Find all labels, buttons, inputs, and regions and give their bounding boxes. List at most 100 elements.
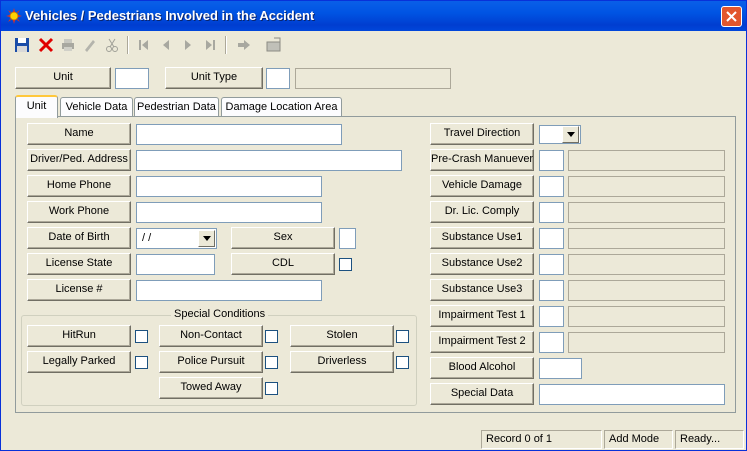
substance-use2-description	[568, 254, 725, 275]
previous-record-button[interactable]	[155, 34, 177, 56]
name-input[interactable]	[136, 124, 342, 145]
date-of-birth-value: / /	[142, 232, 152, 244]
travel-direction-button[interactable]: Travel Direction	[430, 123, 534, 145]
cut-button[interactable]	[101, 34, 123, 56]
print-button[interactable]	[57, 34, 79, 56]
window-title: Vehicles / Pedestrians Involved in the A…	[25, 8, 315, 23]
title-bar[interactable]: Vehicles / Pedestrians Involved in the A…	[1, 1, 746, 31]
substance-use1-code[interactable]	[539, 228, 564, 249]
driver-address-button[interactable]: Driver/Ped. Address	[27, 149, 131, 171]
special-data-button[interactable]: Special Data	[430, 383, 534, 405]
dr-lic-comply-button[interactable]: Dr. Lic. Comply	[430, 201, 534, 223]
substance-use2-code[interactable]	[539, 254, 564, 275]
name-button[interactable]: Name	[27, 123, 131, 145]
license-number-button[interactable]: License #	[27, 279, 131, 301]
last-record-icon	[206, 40, 215, 50]
unit-type-button[interactable]: Unit Type	[165, 67, 263, 89]
non-contact-checkbox[interactable]	[265, 330, 278, 343]
tab-damage-location-area[interactable]: Damage Location Area	[221, 97, 342, 117]
home-phone-input[interactable]	[136, 176, 322, 197]
sex-input[interactable]	[339, 228, 356, 249]
hitrun-checkbox[interactable]	[135, 330, 148, 343]
work-phone-button[interactable]: Work Phone	[27, 201, 131, 223]
tab-unit[interactable]: Unit	[15, 95, 58, 118]
towed-away-button[interactable]: Towed Away	[159, 377, 263, 399]
close-button[interactable]	[721, 6, 742, 27]
police-pursuit-checkbox[interactable]	[265, 356, 278, 369]
tab-pedestrian-data[interactable]: Pedestrian Data	[134, 97, 219, 117]
police-pursuit-button[interactable]: Police Pursuit	[159, 351, 263, 373]
home-phone-button[interactable]: Home Phone	[27, 175, 131, 197]
non-contact-button[interactable]: Non-Contact	[159, 325, 263, 347]
status-state: Ready...	[675, 430, 744, 449]
go-button[interactable]	[233, 34, 255, 56]
substance-use3-button[interactable]: Substance Use3	[430, 279, 534, 301]
dr-lic-comply-code[interactable]	[539, 202, 564, 223]
export-button[interactable]	[263, 34, 285, 56]
close-icon	[726, 11, 737, 22]
pre-crash-maneuver-button[interactable]: Pre-Crash Manuever	[430, 149, 534, 171]
substance-use3-code[interactable]	[539, 280, 564, 301]
date-of-birth-picker[interactable]: / /	[136, 228, 217, 249]
cdl-button[interactable]: CDL	[231, 253, 335, 275]
first-record-button[interactable]	[133, 34, 155, 56]
blood-alcohol-input[interactable]	[539, 358, 582, 379]
impairment-test1-description	[568, 306, 725, 327]
unit-button[interactable]: Unit	[15, 67, 111, 89]
pre-crash-maneuver-code[interactable]	[539, 150, 564, 171]
impairment-test1-code[interactable]	[539, 306, 564, 327]
license-number-input[interactable]	[136, 280, 322, 301]
pre-crash-maneuver-description	[568, 150, 725, 171]
travel-direction-select[interactable]	[539, 125, 581, 144]
driver-address-input[interactable]	[136, 150, 402, 171]
unit-type-code-input[interactable]	[266, 68, 290, 89]
cdl-checkbox[interactable]	[339, 258, 352, 271]
impairment-test2-description	[568, 332, 725, 353]
save-icon	[15, 38, 29, 52]
driverless-checkbox[interactable]	[396, 356, 409, 369]
substance-use2-button[interactable]: Substance Use2	[430, 253, 534, 275]
edit-button[interactable]	[79, 34, 101, 56]
vehicle-damage-button[interactable]: Vehicle Damage	[430, 175, 534, 197]
vehicle-damage-code[interactable]	[539, 176, 564, 197]
scissors-icon	[106, 38, 118, 52]
impairment-test2-button[interactable]: Impairment Test 2	[430, 331, 534, 353]
blood-alcohol-button[interactable]: Blood Alcohol	[430, 357, 534, 379]
next-record-button[interactable]	[177, 34, 199, 56]
travel-direction-dropdown-button[interactable]	[562, 126, 579, 143]
driverless-button[interactable]: Driverless	[290, 351, 394, 373]
delete-icon	[38, 37, 54, 53]
substance-use1-description	[568, 228, 725, 249]
impairment-test1-button[interactable]: Impairment Test 1	[430, 305, 534, 327]
impairment-test2-code[interactable]	[539, 332, 564, 353]
toolbar-separator	[225, 36, 227, 54]
sex-button[interactable]: Sex	[231, 227, 335, 249]
license-state-input[interactable]	[136, 254, 215, 275]
work-phone-input[interactable]	[136, 202, 322, 223]
special-data-input[interactable]	[539, 384, 725, 405]
status-mode: Add Mode	[604, 430, 673, 449]
hitrun-button[interactable]: HitRun	[27, 325, 131, 347]
delete-button[interactable]	[35, 34, 57, 56]
towed-away-checkbox[interactable]	[265, 382, 278, 395]
unit-input[interactable]	[115, 68, 149, 89]
stolen-checkbox[interactable]	[396, 330, 409, 343]
license-state-button[interactable]: License State	[27, 253, 131, 275]
date-dropdown-button[interactable]	[198, 230, 215, 247]
save-button[interactable]	[11, 34, 33, 56]
stolen-button[interactable]: Stolen	[290, 325, 394, 347]
date-of-birth-button[interactable]: Date of Birth	[27, 227, 131, 249]
status-record: Record 0 of 1	[481, 430, 602, 449]
main-window: Vehicles / Pedestrians Involved in the A…	[0, 0, 747, 451]
toolbar-separator	[127, 36, 129, 54]
substance-use3-description	[568, 280, 725, 301]
special-conditions-title: Special Conditions	[171, 307, 269, 321]
toolbar	[5, 32, 743, 58]
legally-parked-button[interactable]: Legally Parked	[27, 351, 131, 373]
last-record-button[interactable]	[199, 34, 221, 56]
substance-use1-button[interactable]: Substance Use1	[430, 227, 534, 249]
next-record-icon	[185, 40, 191, 50]
tab-vehicle-data[interactable]: Vehicle Data	[60, 97, 133, 117]
app-icon	[6, 8, 22, 24]
legally-parked-checkbox[interactable]	[135, 356, 148, 369]
